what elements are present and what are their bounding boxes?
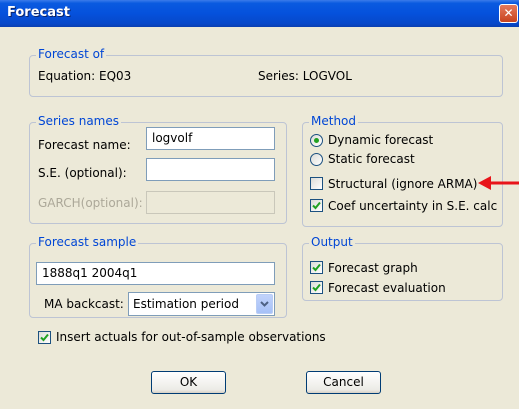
close-button[interactable]: ✕ (499, 4, 518, 23)
cancel-button[interactable]: Cancel (306, 371, 381, 394)
dynamic-forecast-radio[interactable] (310, 134, 323, 147)
forecast-name-input[interactable]: logvolf (146, 127, 275, 150)
structural-checkbox[interactable] (310, 177, 323, 190)
insert-actuals-label[interactable]: Insert actuals for out-of-sample observa… (56, 330, 326, 344)
title-bar: Forecast ✕ (0, 0, 519, 27)
forecast-graph-checkbox[interactable] (310, 261, 323, 274)
dynamic-forecast-label[interactable]: Dynamic forecast (328, 133, 433, 147)
series-names-legend: Series names (36, 114, 121, 128)
insert-actuals-checkbox[interactable] (38, 331, 51, 344)
check-icon (312, 201, 321, 210)
ma-backcast-select[interactable]: Estimation period (128, 292, 275, 316)
forecast-sample-input[interactable]: 1888q1 2004q1 (36, 262, 275, 285)
garch-input (146, 191, 275, 214)
coef-uncertainty-checkbox[interactable] (310, 199, 323, 212)
ma-backcast-label: MA backcast: (44, 297, 124, 311)
ok-button[interactable]: OK (151, 371, 226, 394)
series-label: Series: LOGVOL (258, 69, 352, 83)
se-input[interactable] (146, 158, 275, 181)
method-legend: Method (309, 114, 359, 128)
arrow-left-icon (478, 176, 519, 190)
check-icon (40, 333, 49, 342)
equation-label: Equation: EQ03 (38, 69, 132, 83)
forecast-of-legend: Forecast of (36, 47, 107, 61)
chevron-down-icon (260, 301, 269, 307)
check-icon (312, 263, 321, 272)
dropdown-button[interactable] (256, 294, 273, 314)
forecast-evaluation-label[interactable]: Forecast evaluation (328, 281, 446, 295)
forecast-evaluation-checkbox[interactable] (310, 281, 323, 294)
se-label: S.E. (optional): (38, 166, 127, 180)
forecast-sample-legend: Forecast sample (36, 235, 139, 249)
structural-label[interactable]: Structural (ignore ARMA) (328, 177, 477, 191)
coef-uncertainty-label[interactable]: Coef uncertainty in S.E. calc (328, 199, 497, 213)
radio-selected-dot (314, 138, 319, 143)
close-icon: ✕ (503, 6, 514, 20)
check-icon (312, 283, 321, 292)
output-legend: Output (309, 235, 355, 249)
forecast-name-label: Forecast name: (38, 138, 131, 152)
forecast-graph-label[interactable]: Forecast graph (328, 261, 418, 275)
window-title: Forecast (7, 5, 70, 20)
ma-backcast-value: Estimation period (133, 297, 239, 311)
garch-label: GARCH(optional): (38, 196, 143, 210)
static-forecast-label[interactable]: Static forecast (328, 152, 415, 166)
static-forecast-radio[interactable] (310, 153, 323, 166)
